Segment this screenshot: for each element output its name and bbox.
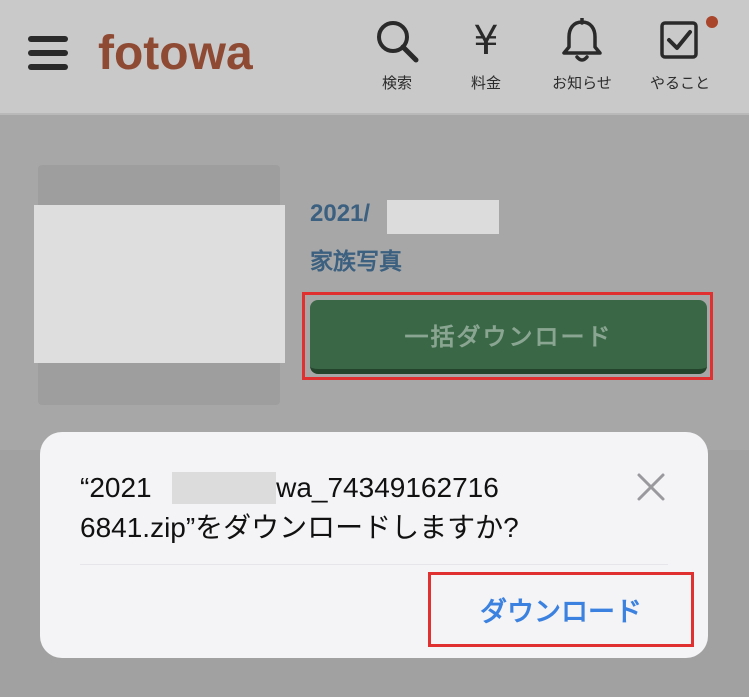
download-button[interactable]: ダウンロード: [431, 575, 691, 644]
notification-badge: [706, 16, 718, 28]
hamburger-menu-icon[interactable]: [28, 36, 68, 70]
yen-icon: ¥: [473, 18, 499, 64]
nav-search-label: 検索: [381, 74, 412, 92]
dialog-divider: [80, 564, 668, 565]
album-title: 家族写真: [310, 249, 402, 275]
nav-notice-label: お知らせ: [552, 74, 612, 92]
close-icon[interactable]: [636, 472, 666, 502]
nav-todo-label: やること: [649, 74, 710, 92]
search-icon: [372, 16, 422, 66]
redacted-filename-block: [172, 472, 276, 504]
nav-notice[interactable]: お知らせ: [542, 16, 622, 100]
bulk-download-button[interactable]: 一括ダウンロード: [310, 300, 707, 374]
nav-price-label: 料金: [470, 74, 501, 92]
app-header: fotowa 検索 ¥ 料金 お知らせ やること: [0, 0, 749, 115]
checkbox-icon: [655, 16, 705, 66]
album-date: 2021/: [310, 200, 371, 227]
download-dialog: “2021 _fotowa_74349162716 6841.zip”をダウンロ…: [40, 432, 708, 658]
bell-icon: [557, 16, 607, 66]
dialog-message-line-2: 6841.zip”をダウンロードしますか?: [80, 512, 519, 543]
dialog-message-line-1: “2021 _fotowa_74349162716: [80, 472, 499, 503]
logo[interactable]: fotowa: [98, 26, 253, 81]
nav-price[interactable]: ¥ 料金: [446, 16, 526, 100]
redacted-date-block: [387, 200, 499, 234]
nav-search[interactable]: 検索: [357, 16, 437, 100]
nav-todo[interactable]: やること: [640, 16, 720, 100]
album-thumbnail[interactable]: [34, 205, 285, 363]
dialog-message: “2021 _fotowa_74349162716 6841.zip”をダウンロ…: [80, 468, 620, 548]
